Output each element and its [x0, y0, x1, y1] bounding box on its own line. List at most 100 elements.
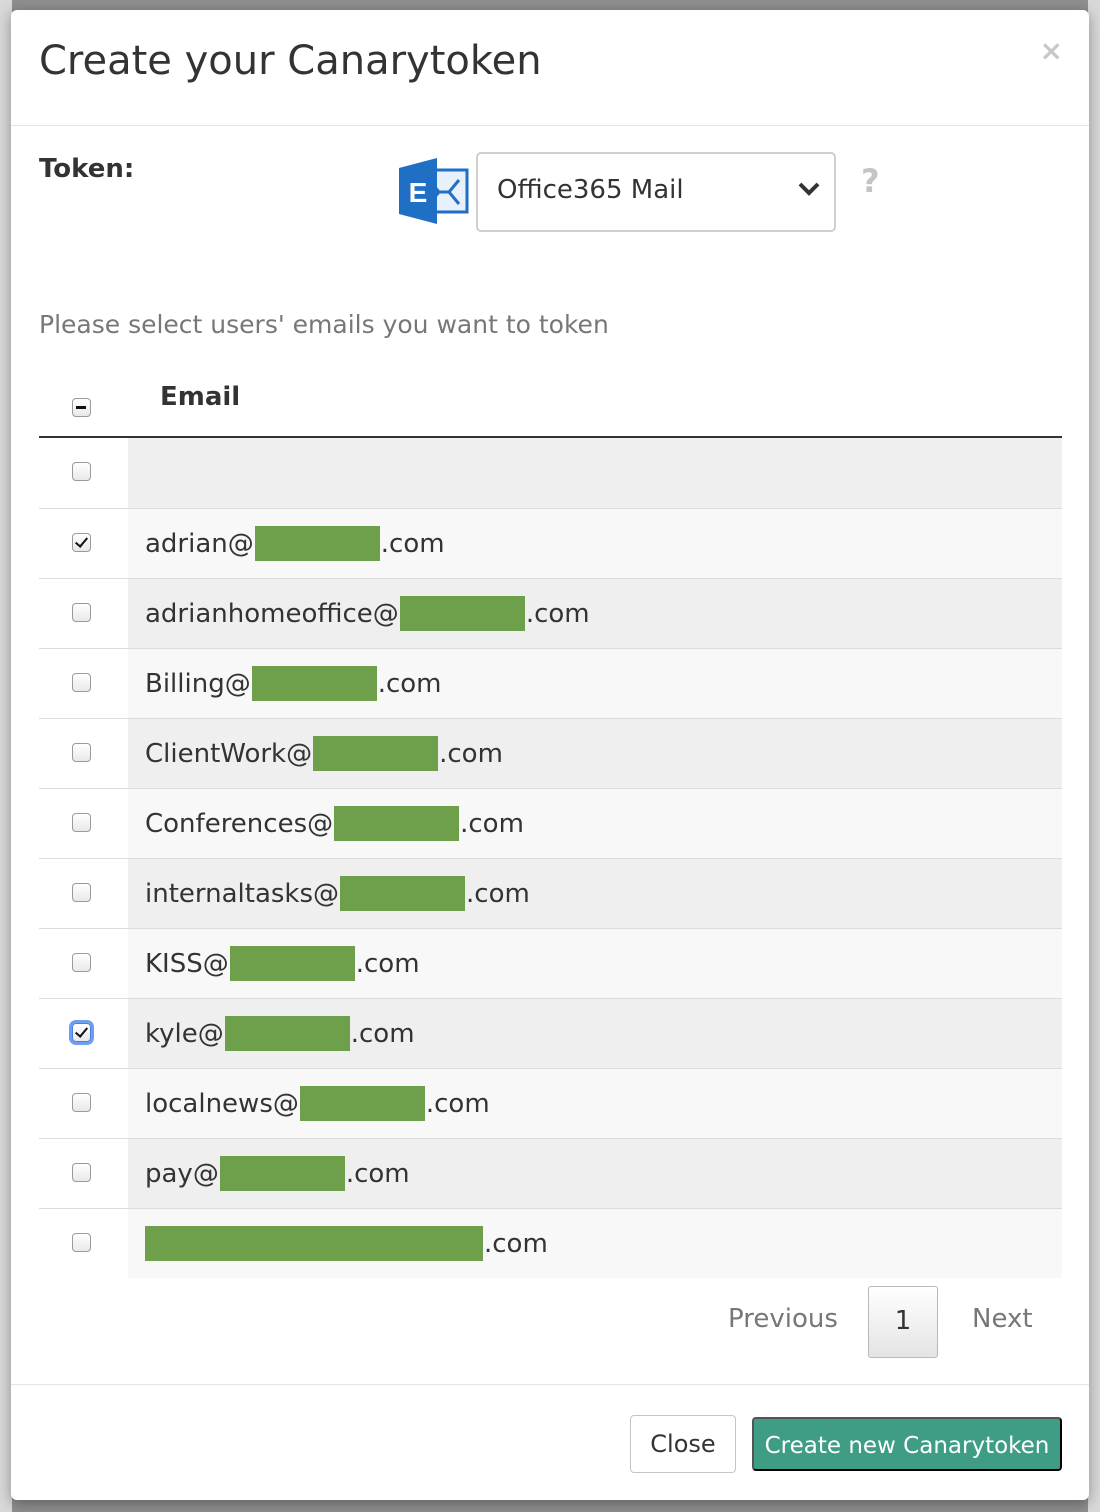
modal-header: Create your Canarytoken × [11, 10, 1089, 126]
email-domain-suffix: .com [350, 1018, 415, 1049]
help-icon[interactable]: ? [861, 162, 880, 200]
email-cell: Billing@ .com [128, 649, 1062, 718]
email-cell: kyle@ .com [128, 999, 1062, 1068]
email-address: ClientWork@ .com [145, 736, 503, 771]
table-row: Billing@ .com [39, 648, 1062, 718]
close-button[interactable]: Close [630, 1415, 736, 1473]
email-cell: localnews@ .com [128, 1069, 1062, 1138]
email-rows: adrian@ .com adrianhomeoffice@ .com Billing@… [39, 438, 1062, 1278]
email-address: pay@ .com [145, 1156, 410, 1191]
email-domain-suffix: .com [460, 808, 524, 839]
email-domain-suffix: .com [345, 1158, 410, 1189]
email-domain-suffix: .com [380, 528, 445, 559]
row-checkbox[interactable] [72, 883, 91, 902]
create-canarytoken-button[interactable]: Create new Canarytoken [752, 1417, 1062, 1471]
table-row: .com [39, 1208, 1062, 1278]
email-address: KISS@ .com [145, 946, 420, 981]
redaction-block [340, 876, 466, 911]
email-domain-suffix: .com [525, 598, 590, 629]
table-row: pay@ .com [39, 1138, 1062, 1208]
email-address: localnews@ .com [145, 1086, 490, 1121]
email-cell [128, 438, 1062, 508]
token-label: Token: [39, 154, 135, 184]
row-checkbox[interactable] [72, 743, 91, 762]
previous-page-link[interactable]: Previous [728, 1304, 838, 1334]
redaction-block [254, 526, 380, 561]
email-cell: adrianhomeoffice@ .com [128, 579, 1062, 648]
email-address: Conferences@ .com [145, 806, 524, 841]
redaction-block [299, 1086, 425, 1121]
row-checkbox[interactable] [72, 1023, 91, 1042]
email-domain-suffix: .com [484, 1228, 548, 1259]
row-checkbox[interactable] [72, 1163, 91, 1182]
email-cell: pay@ .com [128, 1139, 1062, 1208]
redaction-block [313, 736, 439, 771]
table-row: localnews@ .com [39, 1068, 1062, 1138]
table-row: kyle@ .com [39, 998, 1062, 1068]
email-local-part: ClientWork@ [145, 738, 313, 769]
email-local-part: Billing@ [145, 668, 251, 699]
redaction-block [229, 946, 355, 981]
row-checkbox[interactable] [72, 1093, 91, 1112]
table-header: Email [39, 372, 1062, 438]
row-checkbox[interactable] [72, 673, 91, 692]
email-domain-suffix: .com [439, 738, 503, 769]
row-checkbox[interactable] [72, 1233, 91, 1252]
redaction-block [251, 666, 377, 701]
next-page-link[interactable]: Next [972, 1304, 1033, 1334]
table-row: ClientWork@ .com [39, 718, 1062, 788]
email-local-part: kyle@ [145, 1018, 224, 1049]
instruction-text: Please select users' emails you want to … [39, 310, 609, 339]
token-select-value: Office365 Mail [497, 175, 684, 205]
row-checkbox[interactable] [72, 813, 91, 832]
row-checkbox[interactable] [72, 603, 91, 622]
email-domain-suffix: .com [377, 668, 442, 699]
exchange-mail-icon: E [399, 158, 469, 224]
email-cell: Conferences@ .com [128, 789, 1062, 858]
email-domain-suffix: .com [425, 1088, 490, 1119]
select-all-checkbox[interactable] [72, 398, 91, 417]
table-row [39, 438, 1062, 508]
email-local-part: pay@ [145, 1158, 219, 1189]
pagination: Previous 1 Next [11, 1286, 1089, 1358]
email-local-part: KISS@ [145, 948, 229, 979]
redaction-block [219, 1156, 345, 1191]
email-domain-suffix: .com [355, 948, 420, 979]
row-checkbox[interactable] [72, 953, 91, 972]
email-address: kyle@ .com [145, 1016, 415, 1051]
page-backdrop-right [1088, 0, 1100, 1512]
email-address: .com [145, 1226, 548, 1261]
row-checkbox[interactable] [72, 462, 91, 481]
email-local-part: adrian@ [145, 528, 254, 559]
email-cell: ClientWork@ .com [128, 719, 1062, 788]
email-address: Billing@ .com [145, 666, 442, 701]
svg-text:E: E [409, 177, 428, 208]
email-local-part: adrianhomeoffice@ [145, 598, 399, 629]
redaction-block [145, 1226, 483, 1261]
email-local-part: Conferences@ [145, 808, 334, 839]
table-row: KISS@ .com [39, 928, 1062, 998]
email-column-header: Email [160, 382, 241, 412]
email-cell: adrian@ .com [128, 509, 1062, 578]
email-domain-suffix: .com [466, 878, 530, 909]
table-row: Conferences@ .com [39, 788, 1062, 858]
email-cell: KISS@ .com [128, 929, 1062, 998]
redaction-block [224, 1016, 350, 1051]
email-address: adrianhomeoffice@ .com [145, 596, 590, 631]
row-checkbox[interactable] [72, 533, 91, 552]
page-number-button[interactable]: 1 [868, 1286, 938, 1358]
table-row: adrianhomeoffice@ .com [39, 578, 1062, 648]
close-icon[interactable]: × [1040, 34, 1063, 67]
email-cell: .com [128, 1209, 1062, 1278]
email-cell: internaltasks@ .com [128, 859, 1062, 928]
email-address: adrian@ .com [145, 526, 445, 561]
create-token-modal: Create your Canarytoken × Token: E Offic… [11, 10, 1089, 1500]
redaction-block [399, 596, 525, 631]
table-row: internaltasks@ .com [39, 858, 1062, 928]
email-local-part: internaltasks@ [145, 878, 340, 909]
email-local-part: localnews@ [145, 1088, 299, 1119]
modal-footer: Close Create new Canarytoken [11, 1384, 1089, 1500]
token-type-select[interactable]: Office365 Mail [476, 152, 836, 232]
chevron-down-icon [798, 182, 820, 196]
table-row: adrian@ .com [39, 508, 1062, 578]
